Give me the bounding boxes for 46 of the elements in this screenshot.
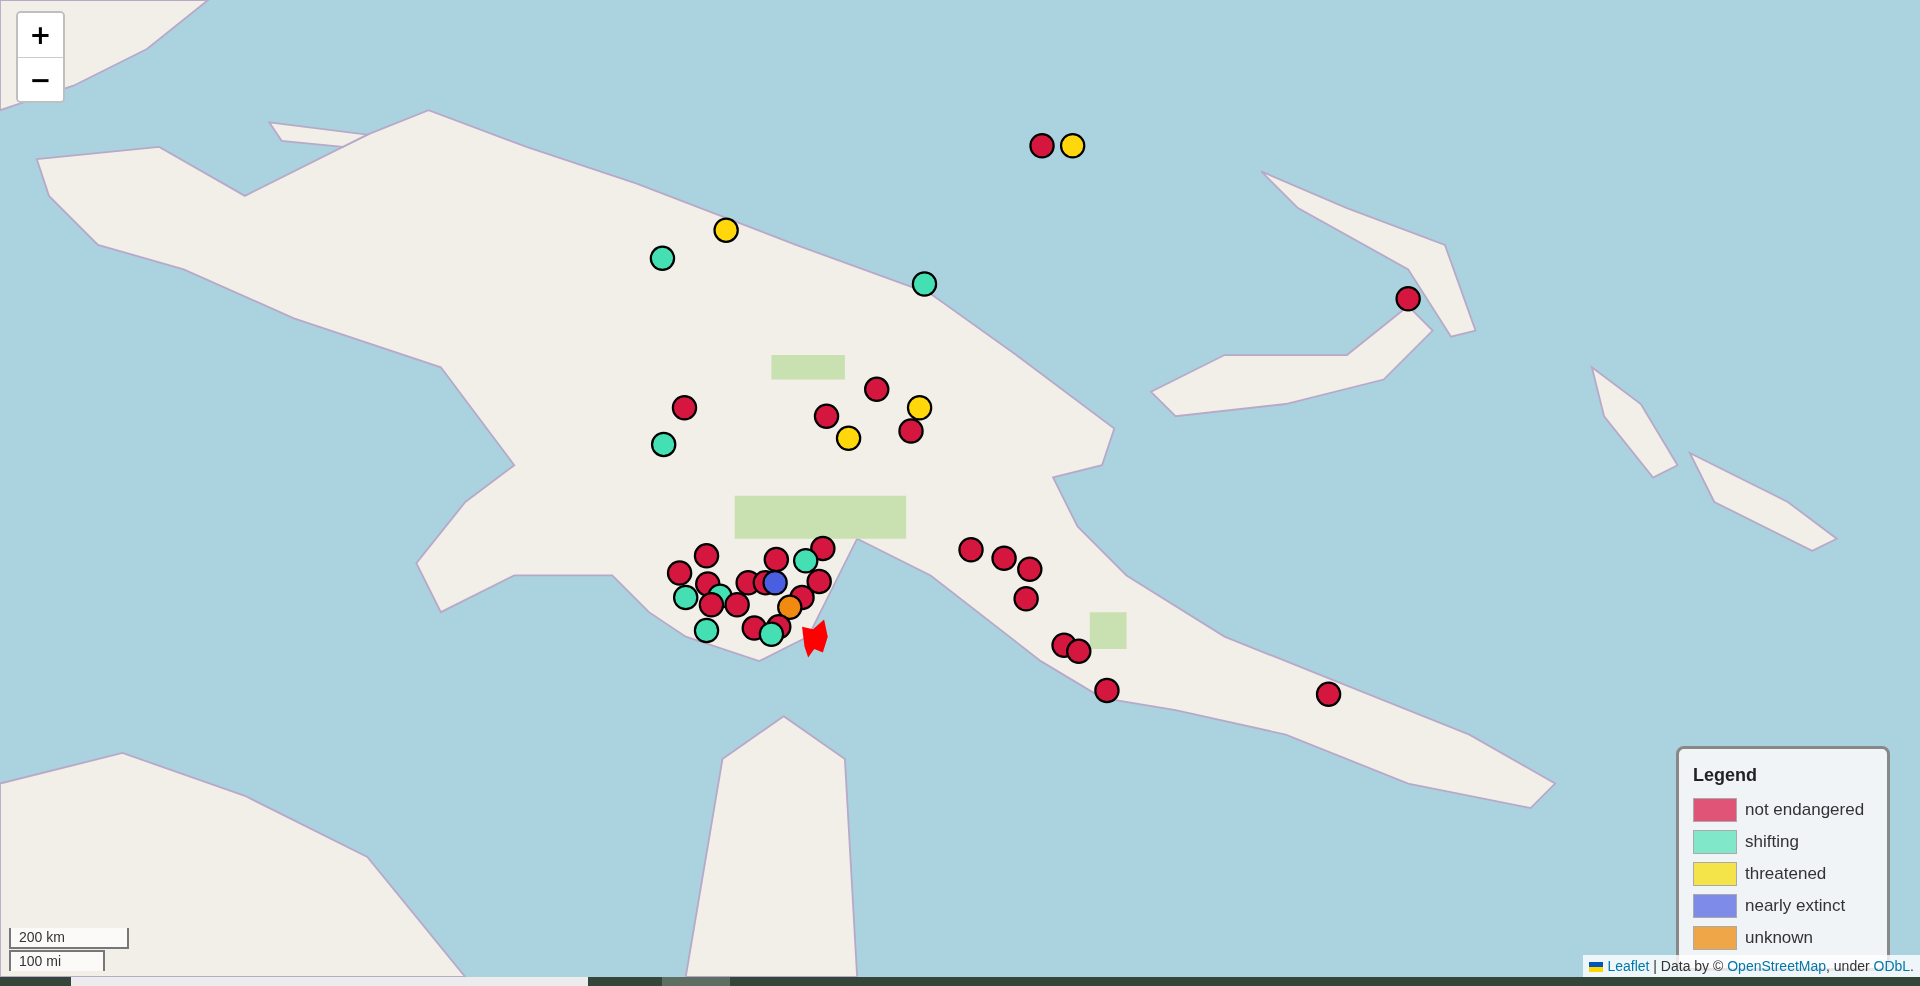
legend-label: not endangered [1745, 800, 1865, 820]
map-marker[interactable] [698, 592, 725, 618]
map-marker[interactable] [864, 376, 890, 403]
map-marker[interactable] [793, 548, 819, 574]
attribution-text: Leaflet | Data by © OpenStreetMap, under ODbL. [1589, 958, 1914, 974]
map-marker[interactable] [693, 543, 720, 569]
map-marker[interactable] [1029, 132, 1055, 159]
legend-label: unknown [1745, 928, 1814, 948]
map-marker[interactable] [813, 403, 840, 429]
park-area [1089, 612, 1127, 649]
map-marker[interactable] [649, 245, 676, 272]
map-marker[interactable] [763, 546, 790, 573]
attribution-link[interactable]: Leaflet [1607, 958, 1650, 974]
flag-icon [1589, 962, 1604, 972]
map-marker[interactable] [713, 217, 739, 243]
map-marker[interactable] [898, 418, 924, 444]
legend-label: shifting [1745, 832, 1799, 852]
map-marker[interactable] [673, 584, 699, 611]
map-marker[interactable] [777, 594, 803, 620]
map-marker[interactable] [835, 425, 862, 452]
map-marker[interactable] [1066, 638, 1092, 665]
map-marker[interactable] [650, 431, 677, 458]
polygon-marker[interactable] [802, 619, 828, 658]
legend-label: threatened [1745, 864, 1827, 884]
scale-bar: 100 mi [9, 950, 105, 971]
map-marker[interactable] [806, 568, 832, 595]
legend-title: Legend [1693, 765, 1758, 786]
map-marker[interactable] [1017, 556, 1043, 583]
map-marker[interactable] [671, 394, 698, 421]
zoom-button[interactable]: − [18, 57, 63, 101]
map-marker[interactable] [810, 535, 836, 562]
map-marker[interactable] [991, 545, 1017, 571]
map-marker[interactable] [724, 592, 750, 618]
map-marker[interactable] [1059, 132, 1086, 159]
scale-bar: 200 km [9, 928, 129, 949]
map-marker[interactable] [958, 537, 984, 563]
map-marker[interactable] [666, 560, 693, 586]
legend-label: nearly extinct [1745, 896, 1846, 916]
map-marker[interactable] [906, 394, 933, 421]
map-marker[interactable] [1094, 677, 1120, 704]
map-marker[interactable] [693, 617, 720, 644]
map-marker[interactable] [1395, 286, 1421, 312]
map-marker[interactable] [1013, 585, 1039, 612]
map-marker[interactable] [911, 271, 938, 297]
map-marker[interactable] [1315, 681, 1342, 707]
map-marker[interactable] [758, 621, 785, 647]
